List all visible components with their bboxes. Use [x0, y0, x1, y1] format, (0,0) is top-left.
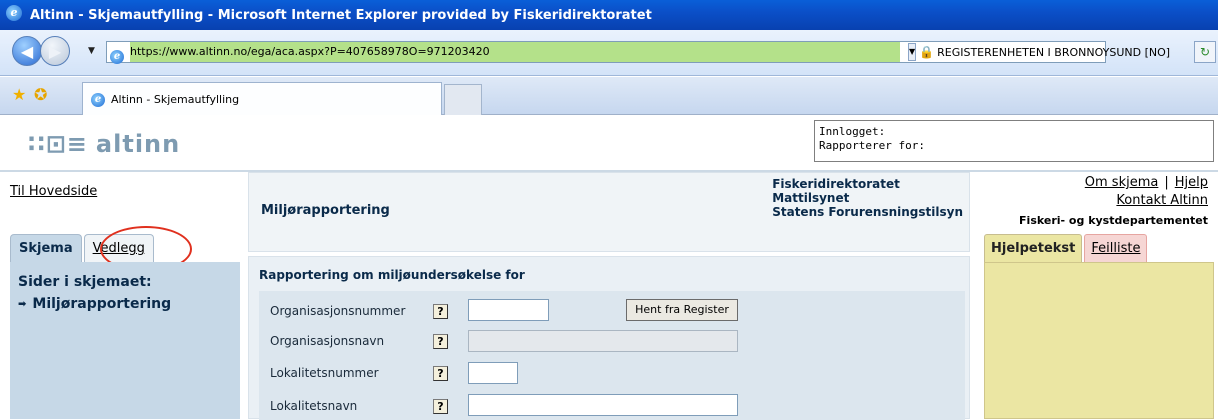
- help-icon[interactable]: ?: [433, 399, 448, 414]
- field-label: Organisasjonsnummer: [270, 304, 406, 318]
- history-dropdown-icon[interactable]: ▼: [88, 46, 95, 56]
- organisasjonsnavn-input: [468, 330, 738, 352]
- field-label: Lokalitetsnummer: [270, 366, 379, 380]
- web-page: ∷⊡≡ altinn Innlogget: Rapporterer for: Ti…: [0, 116, 1218, 420]
- browser-tab-bar: ★ ✪ e Altinn - Skjemautfylling: [0, 77, 1218, 115]
- lokalitetsnavn-input[interactable]: [468, 394, 738, 416]
- new-tab-button[interactable]: [444, 84, 482, 115]
- browser-tab-title: Altinn - Skjemautfylling: [111, 92, 240, 106]
- forward-button[interactable]: ▶: [40, 36, 70, 66]
- tab-skjema[interactable]: Skjema: [10, 234, 82, 262]
- left-nav-panel: Sider i skjemaet: ➡ Miljørapportering: [10, 262, 240, 419]
- address-field[interactable]: e https://www.altinn.no/ega/aca.aspx?P=4…: [106, 41, 1170, 64]
- field-row: Lokalitetsnummer: [270, 361, 430, 385]
- field-row: Organisasjonsnummer: [270, 299, 430, 323]
- org-name: Fiskeridirektoratet: [772, 177, 900, 191]
- organizations-list: Fiskeridirektoratet Mattilsynet Statens …: [772, 177, 963, 219]
- favorites-star-icon[interactable]: ★: [12, 86, 26, 104]
- certificate-owner[interactable]: REGISTERENHETEN I BRONNOYSUND [NO]: [937, 46, 1170, 59]
- help-icon[interactable]: ?: [433, 334, 448, 349]
- field-row: Lokalitetsnavn: [270, 394, 430, 418]
- refresh-icon[interactable]: ↻: [1194, 41, 1216, 63]
- om-skjema-link[interactable]: Om skjema: [1085, 175, 1159, 190]
- page-icon: e: [110, 44, 124, 64]
- lock-icon[interactable]: 🔒: [919, 44, 934, 60]
- altinn-logo-mark: ∷⊡≡: [28, 130, 88, 158]
- altinn-logo[interactable]: ∷⊡≡ altinn: [28, 130, 180, 158]
- help-icon[interactable]: ?: [433, 304, 448, 319]
- field-label: Organisasjonsnavn: [270, 334, 385, 348]
- tab-feilliste[interactable]: Feilliste: [1084, 234, 1148, 262]
- help-icon[interactable]: ?: [433, 366, 448, 381]
- internet-explorer-icon: e: [6, 5, 26, 25]
- url-text[interactable]: https://www.altinn.no/ega/aca.aspx?P=407…: [130, 42, 900, 62]
- page-item-label: Miljørapportering: [32, 296, 172, 312]
- tab-page-icon: e: [91, 92, 105, 107]
- arrow-right-icon: ➡: [18, 298, 27, 310]
- back-button[interactable]: ◀: [12, 36, 42, 66]
- add-favorites-icon[interactable]: ✪: [34, 86, 47, 104]
- right-tab-strip: Hjelpetekst Feilliste: [984, 234, 1149, 262]
- window-title-bar: e Altinn - Skjemautfylling - Microsoft I…: [0, 0, 1218, 30]
- login-info-box: Innlogget: Rapporterer for:: [814, 120, 1214, 162]
- section-title: Rapportering om miljøundersøkelse for: [259, 268, 525, 282]
- pages-header: Sider i skjemaet:: [18, 274, 152, 290]
- link-separator: |: [1164, 175, 1169, 190]
- help-text-panel: [984, 262, 1214, 419]
- address-dropdown-icon[interactable]: ▼: [908, 43, 917, 61]
- altinn-logo-text: altinn: [95, 130, 181, 158]
- organisasjonsnummer-input[interactable]: [468, 299, 549, 321]
- browser-tab[interactable]: e Altinn - Skjemautfylling: [82, 82, 442, 115]
- department-name: Fiskeri- og kystdepartementet: [1019, 214, 1208, 227]
- window-title: Altinn - Skjemautfylling - Microsoft Int…: [30, 7, 652, 23]
- hjelp-link[interactable]: Hjelp: [1175, 175, 1208, 190]
- hent-fra-register-button[interactable]: Hent fra Register: [626, 299, 738, 321]
- field-label: Lokalitetsnavn: [270, 399, 358, 413]
- page-item-miljorapportering[interactable]: ➡ Miljørapportering: [18, 296, 240, 312]
- lokalitetsnummer-input[interactable]: [468, 362, 518, 384]
- help-links: Om skjema | Hjelp Kontakt Altinn: [976, 174, 1208, 210]
- tab-hjelpetekst[interactable]: Hjelpetekst: [984, 234, 1083, 262]
- form-header: Miljørapportering Fiskeridirektoratet Ma…: [248, 172, 970, 252]
- logged-in-label: Innlogget:: [819, 125, 886, 138]
- field-row: Organisasjonsnavn: [270, 329, 430, 353]
- org-name: Mattilsynet: [772, 191, 850, 205]
- address-toolbar: ◀ ▶ ▼ e https://www.altinn.no/ega/aca.as…: [0, 30, 1218, 76]
- reporting-for-label: Rapporterer for:: [819, 139, 925, 152]
- form-title: Miljørapportering: [261, 203, 390, 218]
- org-name: Statens Forurensningstilsyn: [772, 205, 963, 219]
- home-link[interactable]: Til Hovedside: [10, 184, 97, 199]
- kontakt-altinn-link[interactable]: Kontakt Altinn: [1116, 193, 1208, 208]
